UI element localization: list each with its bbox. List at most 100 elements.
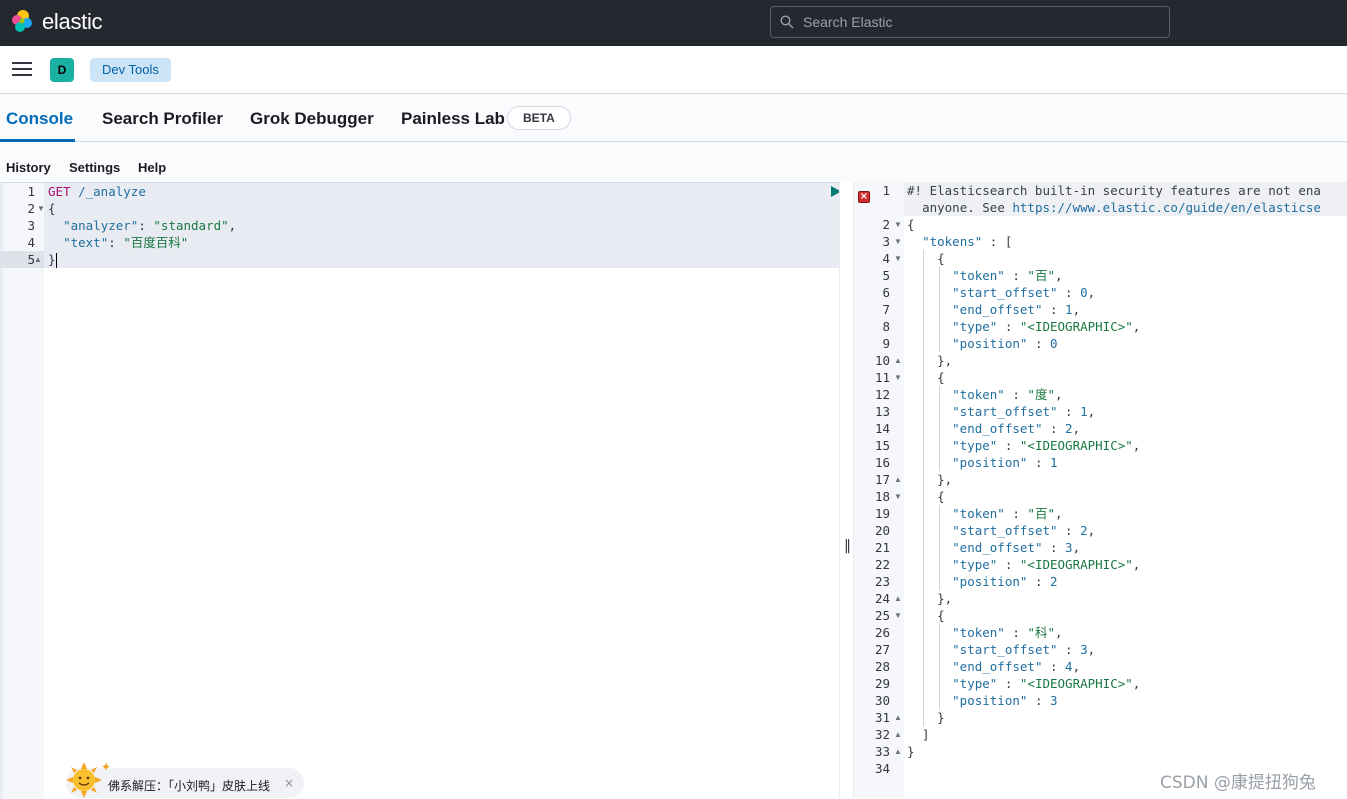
fold-icon[interactable]: ▼ xyxy=(894,607,902,624)
json-value: 3 xyxy=(1050,693,1058,708)
token-field: "type" : "<IDEOGRAPHIC>", xyxy=(952,438,1141,453)
json-key: "token" xyxy=(952,506,1005,521)
promo-toast[interactable]: ✦ 佛系解压：「小刘鸭」皮肤上线 × xyxy=(66,760,304,798)
json-key: "end_offset" xyxy=(952,302,1043,317)
watermark: CSDN @康提扭狗兔 xyxy=(1160,773,1316,793)
unfold-icon[interactable]: ▲ xyxy=(34,251,42,268)
unfold-icon[interactable]: ▲ xyxy=(894,743,902,760)
hamburger-icon-bar xyxy=(12,68,32,70)
token-field: "start_offset" : 1, xyxy=(952,404,1096,419)
line-number: 20 xyxy=(874,523,890,538)
json-value: 0 xyxy=(1080,285,1088,300)
line-number: 2 xyxy=(27,201,35,216)
text-cursor xyxy=(55,253,57,268)
line-number: 10 xyxy=(874,353,890,368)
json-value: 1 xyxy=(1065,302,1073,317)
json-key: "start_offset" xyxy=(952,404,1058,419)
request-path: /_analyze xyxy=(78,184,146,199)
token-field: "position" : 0 xyxy=(952,336,1058,351)
line-number: 28 xyxy=(874,659,890,674)
line-number: 4 xyxy=(27,235,35,250)
request-method: GET xyxy=(48,184,71,199)
line-number: 9 xyxy=(882,336,890,351)
fold-icon[interactable]: ▼ xyxy=(894,250,902,267)
json-key: "token" xyxy=(952,387,1005,402)
tab-painless-lab[interactable]: Painless Lab xyxy=(401,109,505,129)
line-number: 15 xyxy=(874,438,890,453)
json-key: "end_offset" xyxy=(952,659,1043,674)
line-number: 16 xyxy=(874,455,890,470)
search-icon xyxy=(780,15,794,29)
request-editor[interactable]: 1 2 ▼ 3 4 5 ▲ GET /_analyze { "analyzer"… xyxy=(0,182,864,799)
request-code[interactable]: GET /_analyze { "analyzer": "standard", … xyxy=(44,183,864,799)
unfold-icon[interactable]: ▲ xyxy=(894,709,902,726)
line-number: 19 xyxy=(874,506,890,521)
json-key: "type" xyxy=(952,319,998,334)
json-value: 3 xyxy=(1080,642,1088,657)
line-number: 21 xyxy=(874,540,890,555)
brand-name[interactable]: elastic xyxy=(42,9,103,35)
token-field: "end_offset" : 4, xyxy=(952,659,1081,674)
line-number: 18 xyxy=(874,489,890,504)
token-field: "token" : "科", xyxy=(952,625,1063,640)
pane-resizer[interactable]: ‖ xyxy=(839,182,854,798)
beta-badge: BETA xyxy=(507,106,571,130)
line-number: 7 xyxy=(882,302,890,317)
toast-text: 佛系解压：「小刘鸭」皮肤上线 xyxy=(108,779,271,793)
json-key: "start_offset" xyxy=(952,523,1058,538)
json-string: "百度百科" xyxy=(123,235,189,250)
elastic-logo-icon[interactable] xyxy=(10,9,34,33)
search-placeholder: Search Elastic xyxy=(803,14,893,30)
fold-icon[interactable]: ▼ xyxy=(894,216,902,233)
unfold-icon[interactable]: ▲ xyxy=(894,352,902,369)
fold-icon[interactable]: ▼ xyxy=(894,488,902,505)
help-button[interactable]: Help xyxy=(138,160,166,175)
indent-guide xyxy=(939,505,940,590)
line-number: 17 xyxy=(874,472,890,487)
hamburger-icon-bar xyxy=(12,74,32,76)
json-value: "<IDEOGRAPHIC>" xyxy=(1019,438,1133,453)
json-key: "type" xyxy=(952,676,998,691)
fold-icon[interactable]: ▼ xyxy=(894,233,902,250)
unfold-icon[interactable]: ▲ xyxy=(894,471,902,488)
tab-grok-debugger[interactable]: Grok Debugger xyxy=(250,109,374,129)
json-string: "standard" xyxy=(153,218,229,233)
token-field: "token" : "百", xyxy=(952,506,1063,521)
code-brace: }, xyxy=(907,472,953,487)
tab-search-profiler[interactable]: Search Profiler xyxy=(102,109,223,129)
line-number: 6 xyxy=(882,285,890,300)
token-field: "type" : "<IDEOGRAPHIC>", xyxy=(952,319,1141,334)
sparkle-icon: ✦ xyxy=(101,760,112,774)
line-number: 14 xyxy=(874,421,890,436)
code-brace: { xyxy=(907,489,945,504)
line-number: 8 xyxy=(882,319,890,334)
json-key: "token" xyxy=(952,625,1005,640)
line-number: 26 xyxy=(874,625,890,640)
space-avatar[interactable]: D xyxy=(50,58,74,82)
token-field: "end_offset" : 2, xyxy=(952,421,1081,436)
token-field: "position" : 1 xyxy=(952,455,1058,470)
json-value: "<IDEOGRAPHIC>" xyxy=(1019,319,1133,334)
unfold-icon[interactable]: ▲ xyxy=(894,726,902,743)
json-value: 4 xyxy=(1065,659,1073,674)
line-number: 5 xyxy=(882,268,890,283)
code-brace: } xyxy=(907,710,945,725)
breadcrumb[interactable]: Dev Tools xyxy=(90,58,171,82)
close-icon[interactable]: × xyxy=(284,776,294,790)
json-key: "start_offset" xyxy=(952,285,1058,300)
token-field: "type" : "<IDEOGRAPHIC>", xyxy=(952,676,1141,691)
history-button[interactable]: History xyxy=(6,160,51,175)
menu-toggle-button[interactable] xyxy=(12,62,32,78)
warning-line: #! Elasticsearch built-in security featu… xyxy=(907,183,1321,198)
warning-link[interactable]: https://www.elastic.co/guide/en/elastics… xyxy=(1012,200,1321,215)
line-number: 29 xyxy=(874,676,890,691)
line-number: 32 xyxy=(874,727,890,742)
tab-console[interactable]: Console xyxy=(6,109,73,129)
json-value: 1 xyxy=(1050,455,1058,470)
json-key: "type" xyxy=(952,557,998,572)
fold-icon[interactable]: ▼ xyxy=(894,369,902,386)
search-input[interactable]: Search Elastic xyxy=(770,6,1170,38)
settings-button[interactable]: Settings xyxy=(69,160,120,175)
unfold-icon[interactable]: ▲ xyxy=(894,590,902,607)
resize-grip-icon[interactable]: ‖ xyxy=(844,538,851,554)
